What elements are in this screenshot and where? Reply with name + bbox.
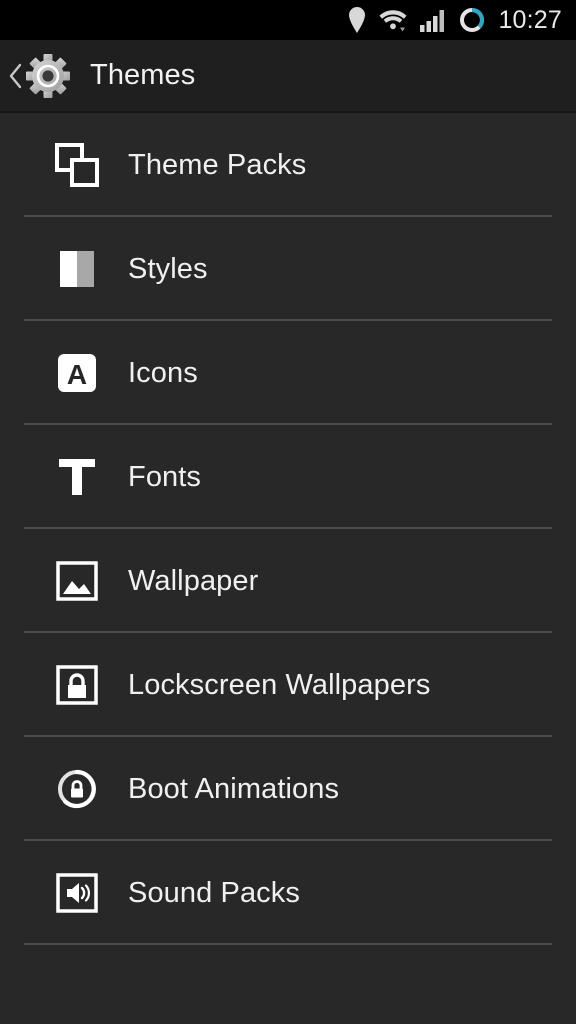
framed-lock-icon	[54, 662, 100, 708]
phone-screen: 10:27	[0, 0, 576, 1024]
overlapping-squares-icon	[54, 142, 100, 188]
status-clock: 10:27	[498, 0, 562, 40]
list-item-label: Lockscreen Wallpapers	[128, 669, 430, 702]
picture-frame-icon	[54, 558, 100, 604]
list-divider	[24, 943, 552, 945]
status-bar: 10:27	[0, 0, 576, 40]
svg-text:A: A	[67, 359, 87, 390]
letter-t-icon	[54, 454, 100, 500]
circle-lock-icon	[54, 766, 100, 812]
app-header[interactable]: Themes	[0, 40, 576, 113]
list-item-label: Styles	[128, 253, 208, 286]
list-item-label: Sound Packs	[128, 877, 300, 910]
list-item-label: Icons	[128, 357, 198, 390]
sync-circle-icon	[458, 0, 486, 40]
gear-icon	[24, 52, 72, 100]
list-item-label: Fonts	[128, 461, 201, 494]
location-icon	[348, 0, 366, 40]
split-rectangle-icon	[54, 246, 100, 292]
wifi-icon	[378, 0, 408, 40]
list-item-sound-packs[interactable]: Sound Packs	[0, 841, 576, 945]
list-item-label: Theme Packs	[128, 149, 306, 182]
cellular-signal-icon	[420, 0, 446, 40]
list-item-theme-packs[interactable]: Theme Packs	[0, 113, 576, 217]
list-item-wallpaper[interactable]: Wallpaper	[0, 529, 576, 633]
chevron-left-icon[interactable]	[6, 40, 24, 111]
list-item-label: Wallpaper	[128, 565, 258, 598]
themes-list: Theme Packs Styles A Icons	[0, 113, 576, 945]
list-item-styles[interactable]: Styles	[0, 217, 576, 321]
list-item-boot-animations[interactable]: Boot Animations	[0, 737, 576, 841]
letter-a-tile-icon: A	[54, 350, 100, 396]
list-item-fonts[interactable]: Fonts	[0, 425, 576, 529]
list-item-lockscreen-wallpapers[interactable]: Lockscreen Wallpapers	[0, 633, 576, 737]
page-title: Themes	[90, 59, 195, 92]
list-item-label: Boot Animations	[128, 773, 339, 806]
list-item-icons[interactable]: A Icons	[0, 321, 576, 425]
framed-speaker-icon	[54, 870, 100, 916]
